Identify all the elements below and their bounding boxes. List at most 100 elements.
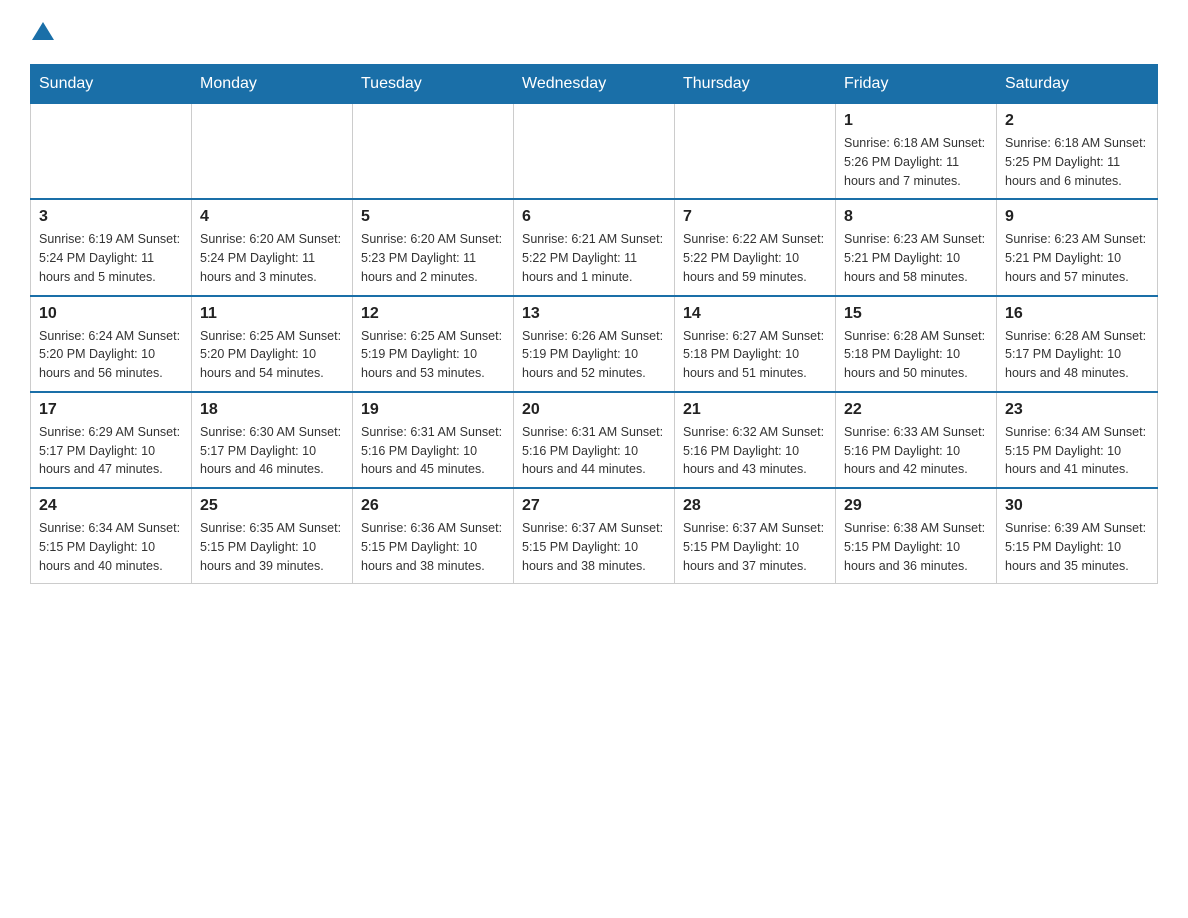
day-info: Sunrise: 6:34 AM Sunset: 5:15 PM Dayligh… — [1005, 423, 1149, 479]
calendar-cell: 18 Sunrise: 6:30 AM Sunset: 5:17 PM Dayli… — [192, 392, 353, 488]
day-number: 28 — [683, 497, 827, 515]
day-number: 15 — [844, 305, 988, 323]
calendar-cell: 23 Sunrise: 6:34 AM Sunset: 5:15 PM Dayli… — [997, 392, 1158, 488]
day-number: 25 — [200, 497, 344, 515]
day-info: Sunrise: 6:27 AM Sunset: 5:18 PM Dayligh… — [683, 327, 827, 383]
calendar-week-1: 1 Sunrise: 6:18 AM Sunset: 5:26 PM Daylig… — [31, 104, 1158, 200]
calendar-cell: 7 Sunrise: 6:22 AM Sunset: 5:22 PM Daylig… — [675, 199, 836, 295]
day-number: 4 — [200, 208, 344, 226]
day-number: 2 — [1005, 112, 1149, 130]
calendar-cell: 12 Sunrise: 6:25 AM Sunset: 5:19 PM Dayli… — [353, 296, 514, 392]
day-info: Sunrise: 6:21 AM Sunset: 5:22 PM Dayligh… — [522, 230, 666, 286]
day-info: Sunrise: 6:35 AM Sunset: 5:15 PM Dayligh… — [200, 519, 344, 575]
calendar-cell: 3 Sunrise: 6:19 AM Sunset: 5:24 PM Daylig… — [31, 199, 192, 295]
day-info: Sunrise: 6:31 AM Sunset: 5:16 PM Dayligh… — [361, 423, 505, 479]
day-number: 16 — [1005, 305, 1149, 323]
day-info: Sunrise: 6:26 AM Sunset: 5:19 PM Dayligh… — [522, 327, 666, 383]
calendar-cell: 28 Sunrise: 6:37 AM Sunset: 5:15 PM Dayli… — [675, 488, 836, 584]
day-number: 7 — [683, 208, 827, 226]
calendar-cell: 9Sunrise: 6:23 AM Sunset: 5:21 PM Daylig… — [997, 199, 1158, 295]
calendar-cell: 20 Sunrise: 6:31 AM Sunset: 5:16 PM Dayli… — [514, 392, 675, 488]
calendar-header-row: SundayMondayTuesdayWednesdayThursdayFrid… — [31, 65, 1158, 104]
day-number: 13 — [522, 305, 666, 323]
day-header-saturday: Saturday — [997, 65, 1158, 104]
calendar-cell — [31, 104, 192, 200]
day-header-tuesday: Tuesday — [353, 65, 514, 104]
calendar-cell: 2 Sunrise: 6:18 AM Sunset: 5:25 PM Daylig… — [997, 104, 1158, 200]
day-number: 14 — [683, 305, 827, 323]
day-number: 23 — [1005, 401, 1149, 419]
day-info: Sunrise: 6:38 AM Sunset: 5:15 PM Dayligh… — [844, 519, 988, 575]
calendar-cell: 8Sunrise: 6:23 AM Sunset: 5:21 PM Daylig… — [836, 199, 997, 295]
calendar-cell: 30 Sunrise: 6:39 AM Sunset: 5:15 PM Dayli… — [997, 488, 1158, 584]
day-number: 30 — [1005, 497, 1149, 515]
day-info: Sunrise: 6:18 AM Sunset: 5:25 PM Dayligh… — [1005, 134, 1149, 190]
calendar-cell — [675, 104, 836, 200]
day-info: Sunrise: 6:39 AM Sunset: 5:15 PM Dayligh… — [1005, 519, 1149, 575]
day-header-friday: Friday — [836, 65, 997, 104]
day-info: Sunrise: 6:20 AM Sunset: 5:23 PM Dayligh… — [361, 230, 505, 286]
calendar-cell — [353, 104, 514, 200]
calendar-week-2: 3 Sunrise: 6:19 AM Sunset: 5:24 PM Daylig… — [31, 199, 1158, 295]
calendar-cell: 26 Sunrise: 6:36 AM Sunset: 5:15 PM Dayli… — [353, 488, 514, 584]
day-number: 10 — [39, 305, 183, 323]
page-header — [30, 20, 1158, 44]
calendar-cell: 25 Sunrise: 6:35 AM Sunset: 5:15 PM Dayli… — [192, 488, 353, 584]
day-info: Sunrise: 6:33 AM Sunset: 5:16 PM Dayligh… — [844, 423, 988, 479]
calendar-cell: 15 Sunrise: 6:28 AM Sunset: 5:18 PM Dayli… — [836, 296, 997, 392]
day-info: Sunrise: 6:30 AM Sunset: 5:17 PM Dayligh… — [200, 423, 344, 479]
calendar-cell: 6 Sunrise: 6:21 AM Sunset: 5:22 PM Daylig… — [514, 199, 675, 295]
day-header-monday: Monday — [192, 65, 353, 104]
calendar-cell: 27 Sunrise: 6:37 AM Sunset: 5:15 PM Dayli… — [514, 488, 675, 584]
day-number: 17 — [39, 401, 183, 419]
day-info: Sunrise: 6:28 AM Sunset: 5:18 PM Dayligh… — [844, 327, 988, 383]
day-number: 11 — [200, 305, 344, 323]
calendar-cell: 16Sunrise: 6:28 AM Sunset: 5:17 PM Dayli… — [997, 296, 1158, 392]
day-number: 1 — [844, 112, 988, 130]
calendar-cell: 4 Sunrise: 6:20 AM Sunset: 5:24 PM Daylig… — [192, 199, 353, 295]
day-info: Sunrise: 6:25 AM Sunset: 5:20 PM Dayligh… — [200, 327, 344, 383]
day-info: Sunrise: 6:31 AM Sunset: 5:16 PM Dayligh… — [522, 423, 666, 479]
calendar-cell: 17 Sunrise: 6:29 AM Sunset: 5:17 PM Dayli… — [31, 392, 192, 488]
calendar-week-3: 10 Sunrise: 6:24 AM Sunset: 5:20 PM Dayli… — [31, 296, 1158, 392]
day-info: Sunrise: 6:24 AM Sunset: 5:20 PM Dayligh… — [39, 327, 183, 383]
day-number: 24 — [39, 497, 183, 515]
day-number: 20 — [522, 401, 666, 419]
day-info: Sunrise: 6:18 AM Sunset: 5:26 PM Dayligh… — [844, 134, 988, 190]
calendar-cell: 21Sunrise: 6:32 AM Sunset: 5:16 PM Dayli… — [675, 392, 836, 488]
day-number: 26 — [361, 497, 505, 515]
calendar-table: SundayMondayTuesdayWednesdayThursdayFrid… — [30, 64, 1158, 584]
day-number: 8 — [844, 208, 988, 226]
day-header-thursday: Thursday — [675, 65, 836, 104]
day-info: Sunrise: 6:25 AM Sunset: 5:19 PM Dayligh… — [361, 327, 505, 383]
day-info: Sunrise: 6:37 AM Sunset: 5:15 PM Dayligh… — [683, 519, 827, 575]
day-info: Sunrise: 6:34 AM Sunset: 5:15 PM Dayligh… — [39, 519, 183, 575]
day-number: 3 — [39, 208, 183, 226]
calendar-cell: 1 Sunrise: 6:18 AM Sunset: 5:26 PM Daylig… — [836, 104, 997, 200]
day-number: 22 — [844, 401, 988, 419]
logo — [30, 20, 54, 44]
day-number: 27 — [522, 497, 666, 515]
calendar-cell: 22 Sunrise: 6:33 AM Sunset: 5:16 PM Dayli… — [836, 392, 997, 488]
day-number: 18 — [200, 401, 344, 419]
calendar-week-5: 24 Sunrise: 6:34 AM Sunset: 5:15 PM Dayli… — [31, 488, 1158, 584]
day-info: Sunrise: 6:22 AM Sunset: 5:22 PM Dayligh… — [683, 230, 827, 286]
calendar-cell: 19 Sunrise: 6:31 AM Sunset: 5:16 PM Dayli… — [353, 392, 514, 488]
day-number: 12 — [361, 305, 505, 323]
day-info: Sunrise: 6:20 AM Sunset: 5:24 PM Dayligh… — [200, 230, 344, 286]
day-info: Sunrise: 6:19 AM Sunset: 5:24 PM Dayligh… — [39, 230, 183, 286]
day-number: 19 — [361, 401, 505, 419]
calendar-cell: 5Sunrise: 6:20 AM Sunset: 5:23 PM Daylig… — [353, 199, 514, 295]
calendar-week-4: 17 Sunrise: 6:29 AM Sunset: 5:17 PM Dayli… — [31, 392, 1158, 488]
day-info: Sunrise: 6:37 AM Sunset: 5:15 PM Dayligh… — [522, 519, 666, 575]
day-number: 6 — [522, 208, 666, 226]
day-header-wednesday: Wednesday — [514, 65, 675, 104]
day-info: Sunrise: 6:36 AM Sunset: 5:15 PM Dayligh… — [361, 519, 505, 575]
day-info: Sunrise: 6:32 AM Sunset: 5:16 PM Dayligh… — [683, 423, 827, 479]
day-info: Sunrise: 6:29 AM Sunset: 5:17 PM Dayligh… — [39, 423, 183, 479]
day-header-sunday: Sunday — [31, 65, 192, 104]
logo-triangle-icon — [32, 20, 54, 42]
calendar-cell: 11 Sunrise: 6:25 AM Sunset: 5:20 PM Dayli… — [192, 296, 353, 392]
calendar-cell — [514, 104, 675, 200]
calendar-cell: 29Sunrise: 6:38 AM Sunset: 5:15 PM Dayli… — [836, 488, 997, 584]
